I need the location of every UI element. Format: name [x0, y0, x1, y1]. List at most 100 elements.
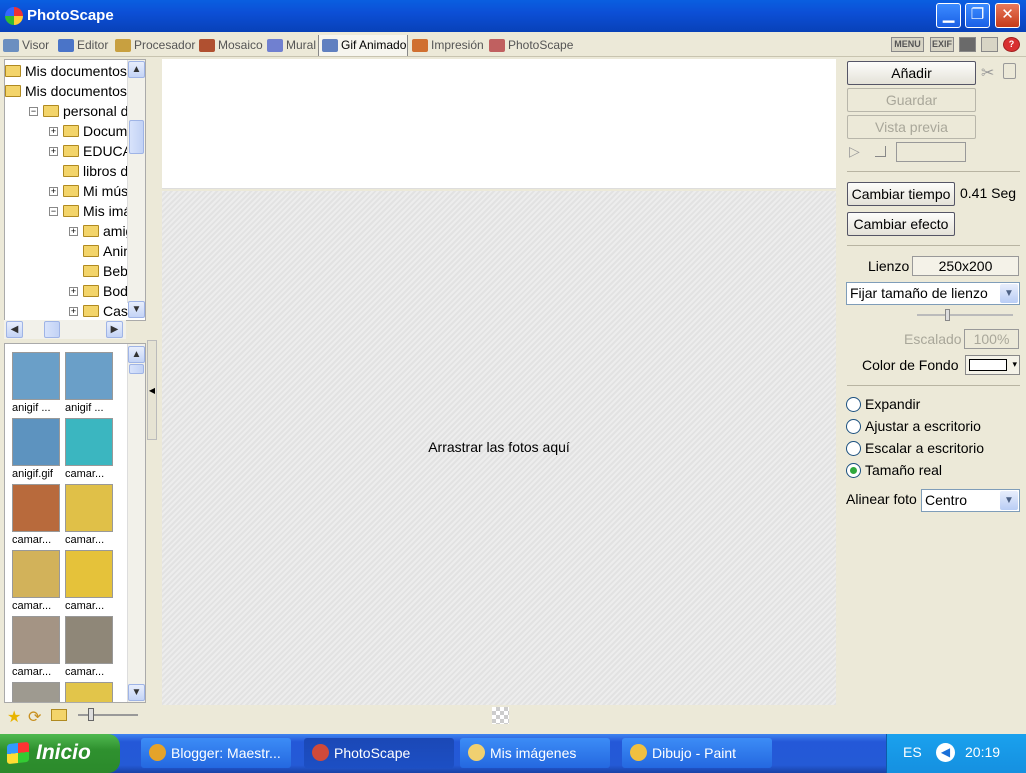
align-value: Centro: [925, 492, 968, 508]
minimize-button[interactable]: ▁: [936, 3, 961, 28]
tree-scroll-down-button[interactable]: ▼: [128, 301, 145, 318]
play-icon[interactable]: ▷: [849, 143, 860, 160]
drop-area[interactable]: Arrastrar las fotos aquí: [162, 191, 836, 705]
folder-icon: [43, 105, 59, 117]
folder-open-icon[interactable]: [51, 709, 67, 721]
tab-impresion[interactable]: Impresión: [409, 35, 485, 56]
thumb-scroll-up-button[interactable]: ▲: [128, 346, 145, 363]
tab-editor[interactable]: Editor: [55, 35, 111, 56]
cut-icon[interactable]: ✂: [981, 63, 994, 83]
radio-option-label[interactable]: Ajustar a escritorio: [865, 418, 981, 434]
collapse-icon[interactable]: −: [49, 207, 58, 216]
tree-item[interactable]: Mis documentos: [5, 61, 127, 81]
radio-option[interactable]: [846, 397, 861, 412]
scale-field[interactable]: 100%: [964, 329, 1019, 349]
tree-vertical-scrollbar[interactable]: ▲ ▼: [127, 60, 145, 318]
start-button[interactable]: Inicio: [0, 734, 120, 773]
thumbnail-item[interactable]: camar...: [12, 550, 62, 612]
preview-button[interactable]: Vista previa: [847, 115, 976, 139]
maximize-button[interactable]: ❐: [965, 3, 990, 28]
scale-slider-thumb[interactable]: [945, 309, 950, 321]
tab-procesador[interactable]: Procesador: [112, 35, 195, 56]
bg-color-picker[interactable]: ▾: [965, 355, 1020, 375]
help-icon[interactable]: ?: [1003, 37, 1020, 52]
thumb-size-slider[interactable]: [78, 708, 138, 721]
radio-option[interactable]: [846, 441, 861, 456]
expand-icon[interactable]: +: [69, 287, 78, 296]
expand-icon[interactable]: +: [69, 227, 78, 236]
thumbnail-panel[interactable]: anigif ... anigif ... anigif.gif camar... ca…: [4, 343, 146, 703]
thumb-scroll-down-button[interactable]: ▼: [128, 684, 145, 701]
frame-strip[interactable]: [162, 59, 836, 189]
taskbar-item[interactable]: Mis imágenes: [460, 738, 610, 768]
menu-icon[interactable]: MENU: [891, 37, 924, 52]
star-icon[interactable]: ★: [7, 707, 21, 727]
align-select[interactable]: Centro ▼: [921, 489, 1020, 512]
thumb-vertical-scrollbar[interactable]: ▲ ▼: [127, 344, 145, 702]
change-effect-button[interactable]: Cambiar efecto: [847, 212, 955, 236]
taskbar-item-label: Blogger: Maestr...: [171, 745, 281, 761]
radio-option[interactable]: [846, 419, 861, 434]
expand-icon[interactable]: +: [49, 147, 58, 156]
tab-mural[interactable]: Mural: [264, 35, 318, 56]
change-time-button[interactable]: Cambiar tiempo: [847, 182, 955, 206]
thumb-scroll-thumb[interactable]: [129, 364, 144, 374]
taskbar-item[interactable]: Blogger: Maestr...: [141, 738, 291, 768]
taskbar-item[interactable]: PhotoScape: [304, 738, 454, 768]
folder-icon: [63, 185, 79, 197]
transparency-icon[interactable]: [492, 707, 509, 724]
stop-icon[interactable]: [875, 146, 886, 157]
thumbnail-item[interactable]: camar...: [65, 484, 115, 546]
expand-icon[interactable]: +: [49, 127, 58, 136]
tree-scroll-left-button[interactable]: ◀: [6, 321, 23, 338]
canvas-mode-select[interactable]: Fijar tamaño de lienzo ▼: [846, 282, 1020, 305]
radio-option-label[interactable]: Tamaño real: [865, 462, 942, 478]
expand-icon[interactable]: +: [69, 307, 78, 316]
thumbnail-item[interactable]: anigif.gif: [12, 418, 62, 480]
radio-option[interactable]: [846, 463, 861, 478]
folder-icon: [5, 85, 21, 97]
copy-icon[interactable]: [981, 37, 998, 52]
tray-expand-icon[interactable]: ◀: [936, 743, 955, 762]
radio-option-label[interactable]: Expandir: [865, 396, 920, 412]
language-indicator[interactable]: ES: [903, 744, 922, 760]
tree-scroll-thumb[interactable]: [129, 120, 144, 154]
thumbnail-item[interactable]: camar...: [12, 484, 62, 546]
close-button[interactable]: ✕: [995, 3, 1020, 28]
tree-scroll-up-button[interactable]: ▲: [128, 61, 145, 78]
tab-mosaico[interactable]: Mosaico: [196, 35, 263, 56]
tab-visor[interactable]: Visor: [0, 35, 52, 56]
film-icon[interactable]: [959, 37, 976, 52]
thumbnail-item[interactable]: camar...: [65, 550, 115, 612]
tab-gif-animado[interactable]: Gif Animado: [318, 35, 408, 56]
scale-slider-track[interactable]: [917, 309, 1013, 321]
thumbnail-item[interactable]: camar...: [65, 418, 115, 480]
expand-icon[interactable]: +: [49, 187, 58, 196]
thumbnail-label: camar...: [65, 666, 105, 678]
title-bar[interactable]: PhotoScape ▁ ❐ ✕: [0, 0, 1026, 32]
taskbar-item[interactable]: Dibujo - Paint: [622, 738, 772, 768]
thumbnail-item[interactable]: [65, 682, 115, 702]
tree-hscroll-thumb[interactable]: [44, 321, 60, 338]
tree-item[interactable]: Mis documentos: [5, 81, 127, 101]
save-button[interactable]: Guardar: [847, 88, 976, 112]
panel-splitter[interactable]: ◀: [147, 340, 157, 440]
thumb-size-slider-thumb[interactable]: [88, 708, 94, 721]
radio-option-label[interactable]: Escalar a escritorio: [865, 440, 984, 456]
thumbnail-item[interactable]: anigif ...: [12, 352, 62, 414]
thumbnail-item[interactable]: anigif ...: [65, 352, 115, 414]
folder-tree[interactable]: Mis documentos Mis documentos − personal de…: [4, 59, 146, 321]
add-button[interactable]: Añadir: [847, 61, 976, 85]
thumbnail-item[interactable]: camar...: [12, 616, 62, 678]
exif-icon[interactable]: EXIF: [930, 37, 954, 52]
trash-icon[interactable]: [1003, 63, 1016, 79]
tree-hscroll-track[interactable]: ◀ ▶: [4, 320, 126, 339]
collapse-icon[interactable]: −: [29, 107, 38, 116]
refresh-icon[interactable]: ⟳: [28, 707, 41, 727]
canvas-size-field[interactable]: 250x200: [912, 256, 1019, 276]
tree-scroll-right-button[interactable]: ▶: [106, 321, 123, 338]
thumbnail-item[interactable]: camar...: [65, 616, 115, 678]
tab-photoscape[interactable]: PhotoScape: [486, 35, 573, 56]
taskbar: Inicio Blogger: Maestr... PhotoScape Mis i…: [0, 734, 1026, 773]
thumbnail-item[interactable]: [12, 682, 62, 702]
